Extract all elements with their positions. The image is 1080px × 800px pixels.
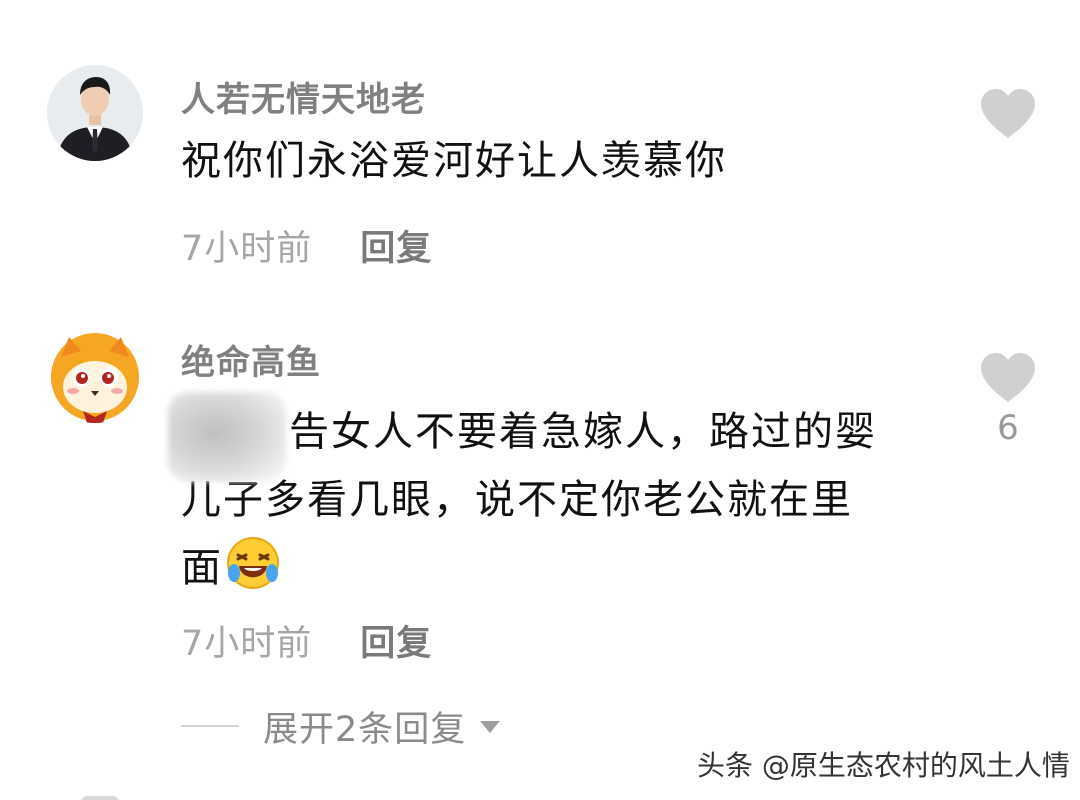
comment-meta: 7小时前 回复 <box>181 220 432 271</box>
triangle-down-icon <box>480 721 501 733</box>
comment-text-fragment: 面 <box>181 545 223 591</box>
reply-button[interactable]: 回复 <box>360 624 432 664</box>
comment-list: 人若无情天地老 祝你们永浴爱河好让人羡慕你 7小时前 回复 绝命高鱼 告女人不要… <box>0 0 1080 800</box>
blurred-text-mask <box>168 392 286 482</box>
like-count: 6 <box>997 408 1019 448</box>
expand-replies-button[interactable]: 展开2条回复 <box>181 702 501 750</box>
timestamp: 7小时前 <box>181 624 313 664</box>
comment-text: 祝你们永浴爱河好让人羡慕你 <box>181 127 727 195</box>
divider-line <box>181 725 239 727</box>
comment-text-line: 祝你们永浴爱河好让人羡慕你 <box>181 138 727 184</box>
comment-text-line: 儿子多看几眼，说不定你老公就在里 <box>181 477 853 523</box>
expand-replies-label: 展开2条回复 <box>263 709 467 750</box>
avatar[interactable] <box>47 327 143 423</box>
heart-icon[interactable] <box>979 88 1037 140</box>
username[interactable]: 绝命高鱼 <box>181 335 321 384</box>
timestamp: 7小时前 <box>181 229 313 269</box>
next-avatar-peek <box>80 796 120 800</box>
comment-text-line-last: 面 <box>181 534 877 602</box>
avatar[interactable] <box>47 65 143 161</box>
laughing-crying-emoji-icon <box>225 535 281 591</box>
comment-meta: 7小时前 回复 <box>181 615 432 666</box>
watermark: 头条 @原生态农村的风土人情 <box>697 749 1070 782</box>
avatar-man-in-suit <box>47 65 143 161</box>
reply-button[interactable]: 回复 <box>360 229 432 269</box>
heart-icon[interactable] <box>979 352 1037 404</box>
avatar-cartoon-cat <box>47 327 143 423</box>
username[interactable]: 人若无情天地老 <box>181 72 426 121</box>
